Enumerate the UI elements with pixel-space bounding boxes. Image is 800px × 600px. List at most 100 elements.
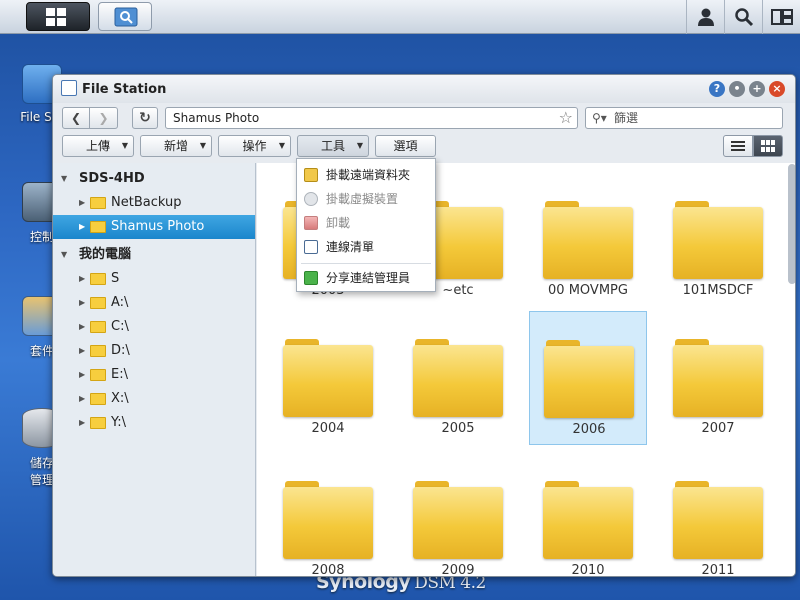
folder-item[interactable]: 2011 [659,453,777,577]
collapsed-triangle-icon: ▶ [79,322,86,331]
menu-item-label: 分享連結管理員 [326,271,411,285]
expanded-triangle-icon: ▼ [61,250,68,259]
folder-item[interactable]: 101MSDCF [659,173,777,307]
tools-menu: 掛載遠端資料夾 掛載虛擬裝置 卸載 連線清單 分享連結管理員 [296,158,436,292]
menu-item-share-link-manager[interactable]: 分享連結管理員 [297,266,435,290]
collapsed-triangle-icon: ▶ [79,394,86,403]
tree-item-netbackup[interactable]: ▶ NetBackup [53,191,255,215]
menu-item-mount-remote-folder[interactable]: 掛載遠端資料夾 [297,163,435,187]
tree-item-label: C:\ [111,319,129,334]
path-field[interactable]: Shamus Photo ☆ [165,107,578,129]
tree-item-drive[interactable]: ▶ S [53,267,255,291]
vertical-scrollbar[interactable] [788,164,795,284]
folder-icon [673,201,763,279]
menu-item-unmount[interactable]: 卸載 [297,211,435,235]
tree-item-label: X:\ [111,391,129,406]
folder-item[interactable]: 00 MOVMPG [529,173,647,307]
navigation-bar: ❮ ❯ ↻ Shamus Photo ☆ ⚲▾ 篩選 [53,103,795,133]
window-titlebar[interactable]: File Station ? • + × [53,75,795,103]
tree-item-label: A:\ [111,295,129,310]
tree-item-drive[interactable]: ▶ E:\ [53,363,255,387]
star-icon[interactable]: ☆ [559,108,573,128]
search-button[interactable] [724,0,762,34]
folder-item[interactable]: 2009 [399,453,517,576]
folder-name: 2011 [701,563,735,577]
folder-icon [673,481,763,559]
folder-icon [543,481,633,559]
tree-item-drive[interactable]: ▶ C:\ [53,315,255,339]
grid-view-icon [761,140,775,152]
tree-item-label: S [111,271,120,286]
folder-icon [413,339,503,417]
folder-name: 2004 [311,421,345,436]
folder-tree: ▼ SDS-4HD ▶ NetBackup ▶ Shamus Photo ▼ 我… [53,163,256,576]
tree-server[interactable]: ▼ SDS-4HD [53,167,255,191]
folder-icon [90,197,106,209]
pin-icon[interactable]: • [729,81,745,97]
folder-item[interactable]: 2004 [269,311,387,445]
tree-item-shamus-photo[interactable]: ▶ Shamus Photo [53,215,255,239]
close-icon[interactable]: × [769,81,785,97]
maximize-icon[interactable]: + [749,81,765,97]
folder-name: 2005 [441,421,475,436]
settings-button[interactable]: 選項 [375,135,436,157]
back-button[interactable]: ❮ [62,107,90,129]
list-view-icon [731,141,745,151]
tree-item-drive[interactable]: ▶ X:\ [53,387,255,411]
folder-icon [673,339,763,417]
refresh-button[interactable]: ↻ [132,107,158,129]
widgets-button[interactable] [762,0,800,34]
window-title: File Station [82,82,167,97]
help-icon[interactable]: ? [709,81,725,97]
user-button[interactable] [686,0,724,34]
list-view-button[interactable] [723,135,753,157]
folder-item[interactable]: 2007 [659,311,777,445]
tools-button[interactable]: 工具 ▼ [297,135,369,157]
folder-icon [90,345,106,357]
folder-icon [90,417,106,429]
tree-item-drive[interactable]: ▶ Y:\ [53,411,255,435]
menu-item-mount-virtual-drive[interactable]: 掛載虛擬裝置 [297,187,435,211]
folder-name: 101MSDCF [682,283,754,298]
path-text: Shamus Photo [173,111,260,125]
folder-icon [90,369,106,381]
search-icon: ⚲▾ [592,111,607,125]
folder-name: 2006 [572,422,606,437]
folder-icon [90,321,106,333]
share-link-icon [304,271,318,285]
folder-icon [413,481,503,559]
folder-item[interactable]: 2010 [529,453,647,576]
tree-item-label: Shamus Photo [111,219,205,234]
collapsed-triangle-icon: ▶ [79,370,86,379]
chevron-right-icon: ❯ [98,111,109,125]
collapsed-triangle-icon: ▶ [79,198,86,207]
action-button[interactable]: 操作 ▼ [218,135,291,157]
tree-item-drive[interactable]: ▶ D:\ [53,339,255,363]
folder-name: 2008 [311,563,345,577]
file-station-window: File Station ? • + × ❮ ❯ ↻ Shamus Photo ☆… [52,74,796,577]
filter-input[interactable]: ⚲▾ 篩選 [585,107,783,129]
collapsed-triangle-icon: ▶ [79,298,86,307]
tree-my-computer[interactable]: ▼ 我的電腦 [53,243,255,267]
action-label: 操作 [242,139,267,153]
widgets-icon [770,9,793,25]
tools-label: 工具 [320,139,345,153]
mount-virtual-drive-icon [304,192,318,206]
forward-button[interactable]: ❯ [90,107,118,129]
file-station-task-button[interactable] [98,2,152,31]
chevron-down-icon: ▼ [199,141,206,150]
thumbnail-view-button[interactable] [753,135,783,157]
menu-item-connection-list[interactable]: 連線清單 [297,235,435,259]
chevron-down-icon: ▼ [356,141,363,150]
folder-item-selected[interactable]: 2006 [529,311,647,445]
tree-item-label: D:\ [111,343,130,358]
upload-button[interactable]: 上傳 ▼ [62,135,134,157]
main-menu-button[interactable] [26,2,90,31]
create-button[interactable]: 新增 ▼ [140,135,212,157]
filter-placeholder: 篩選 [614,111,639,125]
folder-item[interactable]: 2008 [269,453,387,577]
tree-item-drive[interactable]: ▶ A:\ [53,291,255,315]
folder-item[interactable]: 2005 [399,311,517,445]
menu-separator [301,263,431,264]
tree-item-label: E:\ [111,367,128,382]
